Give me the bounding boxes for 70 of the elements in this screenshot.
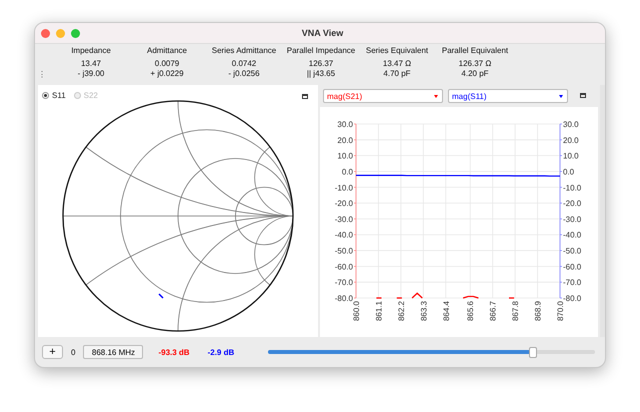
measurement-value: 13.47: [80, 59, 102, 69]
measurement-label: Series Admittance: [212, 46, 276, 55]
y-tick-label: -10.0: [563, 183, 582, 192]
y-tick-label: 30.0: [563, 120, 579, 129]
frequency-field[interactable]: 868.16 MHz: [83, 345, 144, 359]
trace-dropdown[interactable]: mag(S21): [323, 89, 443, 103]
measurement-label: Impedance: [71, 46, 111, 55]
magnitude-reading: -2.9 dB: [208, 348, 234, 356]
y-tick-label: 10.0: [563, 152, 579, 161]
marker-index: 0: [71, 348, 76, 356]
measurement-value: 4.20 pF: [461, 69, 489, 79]
x-tick-label: 867.8: [511, 301, 520, 322]
measurement-value: - j39.00: [78, 69, 104, 79]
close-button[interactable]: [41, 28, 50, 38]
measurement-value: || j43.65: [306, 69, 336, 79]
y-tick-label: -40.0: [563, 230, 582, 240]
y-tick-label: -70.0: [334, 278, 353, 288]
window-title: VNA View: [300, 28, 344, 38]
x-tick-label: 866.7: [488, 301, 498, 322]
y-tick-label: -70.0: [563, 278, 582, 288]
x-tick-label: 870.0: [556, 301, 565, 322]
port-radio[interactable]: S11: [42, 91, 66, 100]
x-tick-label: 860.0: [352, 301, 361, 322]
maximize-icon[interactable]: [302, 94, 308, 99]
magnitude-reading: -93.3 dB: [158, 348, 190, 356]
y-tick-label: -80.0: [563, 294, 582, 303]
measurement-value: 4.70 pF: [383, 69, 411, 79]
y-tick-label: -80.0: [334, 294, 353, 303]
x-tick-label: 861.1: [374, 301, 384, 322]
measurement-value: 126.37: [308, 59, 334, 69]
y-tick-label: -50.0: [563, 246, 582, 256]
drag-handle-icon[interactable]: ⋮: [35, 70, 49, 79]
y-tick-label: -20.0: [334, 199, 353, 208]
caret-icon: [434, 94, 438, 98]
y-tick-label: 0.0: [563, 167, 574, 176]
trace-marker: [158, 293, 164, 299]
add-button[interactable]: +: [42, 345, 63, 359]
trace-dropdown[interactable]: mag(S11): [448, 89, 568, 103]
measurement-value: - j0.0256: [228, 69, 260, 79]
y-tick-label: 0.0: [342, 167, 353, 176]
measurement-label: Parallel Impedance: [286, 46, 356, 55]
y-tick-label: 20.0: [337, 136, 353, 145]
measurement-value: 13.47 Ω: [382, 59, 412, 69]
x-tick-label: 868.9: [534, 301, 543, 322]
measurement-value: + j0.0229: [150, 69, 184, 79]
maximize-icon[interactable]: [580, 93, 586, 98]
y-tick-label: -30.0: [563, 214, 582, 224]
y-tick-label: -60.0: [563, 262, 582, 272]
measurement-value: 126.37 Ω: [458, 59, 492, 69]
frequency-slider[interactable]: [268, 346, 595, 358]
measurement-label: Admittance: [146, 46, 188, 55]
y-tick-label: 30.0: [337, 120, 353, 129]
zoom-button[interactable]: [71, 28, 80, 38]
y-tick-label: 20.0: [563, 136, 579, 145]
y-tick-label: -60.0: [334, 262, 353, 272]
x-tick-label: 865.6: [466, 301, 476, 322]
y-tick-label: -40.0: [334, 230, 353, 240]
x-tick-label: 862.2: [396, 301, 406, 322]
y-tick-label: -50.0: [334, 246, 353, 256]
x-tick-label: 863.3: [419, 301, 428, 322]
y-tick-label: 10.0: [337, 152, 353, 161]
measurement-value: 0.0742: [232, 59, 256, 69]
caret-icon: [559, 94, 563, 98]
measurement-value: 0.0079: [154, 59, 180, 69]
y-tick-label: -10.0: [334, 183, 353, 192]
measurement-label: Parallel Equivalent: [442, 46, 508, 55]
y-tick-label: -20.0: [563, 199, 582, 208]
x-tick-label: 864.4: [442, 301, 451, 322]
measurement-label: Series Equivalent: [366, 46, 428, 55]
y-tick-label: -30.0: [334, 214, 353, 224]
